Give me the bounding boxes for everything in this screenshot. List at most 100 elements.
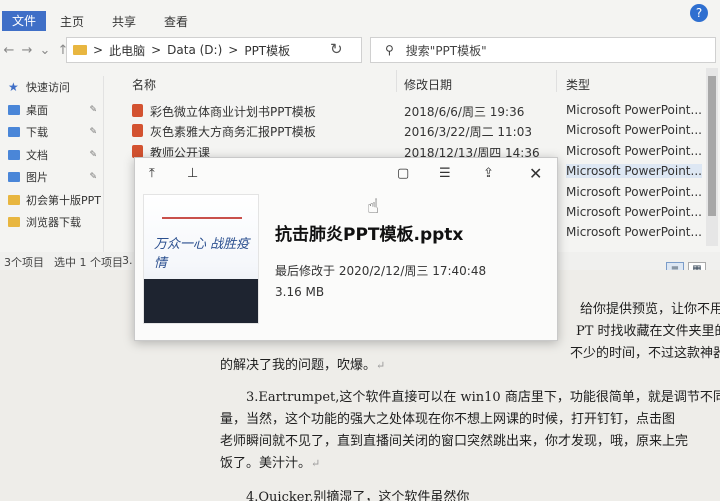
doc-line: 量，当然，这个功能的强大之处体现在你不想上网课的时候，打开钉钉，点击图 [220,412,676,427]
sidebar-item-label: 快速访问 [26,81,70,95]
pin-icon: ✎ [89,127,97,138]
image-icon [8,172,20,183]
folder-icon [8,194,20,205]
close-icon[interactable]: ✕ [529,164,542,183]
doc-line-text: 饭了。美汁汁。 [220,456,312,471]
column-header-name[interactable]: 名称 [132,76,156,93]
preview-modified: 最后修改于 2020/2/12/周三 17:40:48 [275,264,487,278]
star-icon: ★ [8,80,19,95]
download-icon [8,127,20,138]
column-header-type[interactable]: 类型 [566,76,590,93]
file-name: 彩色微立体商业计划书PPT模板 [150,105,316,119]
file-type: Microsoft PowerPoint... [566,103,702,117]
file-type: Microsoft PowerPoint... [566,143,702,158]
sidebar-item-browser-downloads[interactable]: 浏览器下载 [0,211,103,234]
file-date: 2016/3/22/周二 11:03 [404,125,532,140]
search-box[interactable]: ⚲ 搜索"PPT模板" [370,37,716,63]
item-count: 3个项目 [4,256,44,269]
sidebar-item-label: 文档 [26,148,48,162]
vertical-scrollbar[interactable] [706,68,718,246]
selection-size: 3. [122,254,133,267]
doc-line: 的解决了我的问题，吹爆。↵ [220,354,385,373]
file-type: Microsoft PowerPoint... [566,204,702,219]
column-divider[interactable] [396,70,397,92]
share-icon[interactable]: ⇪ [483,166,494,181]
doc-line: 老师瞬间就不见了，直到直播间关闭的窗口突然跳出来，你才发现，哦，原来上完 [220,434,689,449]
sidebar-item-label: 图片 [26,171,48,185]
scrollbar-thumb[interactable] [708,76,716,216]
column-divider[interactable] [556,70,557,92]
refresh-icon[interactable]: ↻ [330,40,343,58]
powerpoint-file-icon [132,124,143,138]
sidebar-item-label: 下载 [26,126,48,140]
help-icon[interactable]: ? [690,4,708,22]
file-name: 灰色素雅大方商务汇报PPT模板 [150,125,316,140]
crowd-silhouette [144,279,258,323]
history-chevron-icon[interactable]: ⌄ [36,43,54,58]
list-icon[interactable]: ☰ [439,166,451,181]
preview-filename: 抗击肺炎PPT模板.pptx [275,225,464,245]
folder-icon [8,217,20,228]
breadcrumb-ppt-folder[interactable]: PPT模板 [244,42,290,59]
file-preview-popup: ⤒ ⊥ ▢ ☰ ⇪ ✕ 万众一心 战胜疫情 抗击肺炎PPT模板.pptx 最后修… [134,157,558,341]
paragraph-mark: ↵ [311,457,321,470]
desktop-icon [8,104,20,115]
sidebar-item-label: 初会第十版PPT [26,193,101,207]
address-toolbar: ← → ⌄ ↑ > 此电脑 > Data (D:) > PPT模板 ↻ ⚲ 搜索… [0,34,720,66]
powerpoint-file-icon [132,104,143,117]
breadcrumb-drive-d[interactable]: Data (D:) [167,43,222,57]
ribbon-tabs: 文件 主页 共享 查看 ? [0,4,720,34]
column-header-date[interactable]: 修改日期 [404,76,452,93]
preview-size: 3.16 MB [275,285,325,299]
breadcrumb-this-pc[interactable]: 此电脑 [109,42,145,59]
thumbnail-rule [162,217,242,219]
tab-file[interactable]: 文件 [2,11,47,31]
file-type: Microsoft PowerPoint... [566,184,702,199]
doc-line: PT 时找收藏在文件夹里的 [576,324,720,339]
search-icon: ⚲ [385,43,394,57]
pin-icon[interactable]: ⊥ [187,166,198,181]
folder-icon [73,45,87,55]
sidebar-item-pictures[interactable]: 图片 ✎ [0,166,103,189]
slide-thumbnail: 万众一心 战胜疫情 [143,194,259,324]
sidebar-item-documents[interactable]: 文档 ✎ [0,144,103,167]
sidebar-item-downloads[interactable]: 下载 ✎ [0,121,103,144]
doc-line: 不少的时间，不过这款神器 [570,346,720,361]
file-row[interactable]: 彩色微立体商业计划书PPT模板 2018/6/6/周三 19:36 Micros… [104,100,708,120]
tab-share[interactable]: 共享 [98,13,150,30]
doc-line-text: 的解决了我的问题，吹爆。 [220,358,377,373]
sidebar-item-label: 浏览器下载 [26,216,81,230]
doc-line: 饭了。美汁汁。↵ [220,452,320,471]
open-file-icon[interactable]: ▢ [397,166,409,181]
file-type: Microsoft PowerPoint... [566,164,702,179]
navigation-pane: ★ 快速访问 桌面 ✎ 下载 ✎ 文档 ✎ 图片 ✎ 初会第十版PPT 浏览器下… [0,76,104,254]
thumbnail-slogan: 万众一心 战胜疫情 [154,237,250,271]
sidebar-item-quick-access[interactable]: ★ 快速访问 [0,76,103,99]
pin-icon: ✎ [89,149,97,160]
powerpoint-file-icon [132,144,143,158]
back-arrow-icon[interactable]: ← [0,43,18,58]
document-icon [8,149,20,160]
doc-line: 4.Quicker,别摘湿了，这个软件虽然你 [246,490,470,501]
paragraph-mark: ↵ [376,359,386,372]
file-type: Microsoft PowerPoint... [566,225,702,240]
selection-count: 选中 1 个项目 [54,256,123,269]
address-bar[interactable]: > 此电脑 > Data (D:) > PPT模板 [66,37,362,63]
tab-view[interactable]: 查看 [150,13,202,30]
pin-icon: ✎ [89,172,97,183]
tab-home[interactable]: 主页 [46,13,98,30]
hand-cursor-icon: ☝ [367,194,380,218]
doc-line: 3.Eartrumpet,这个软件直接可以在 win10 商店里下，功能很简单，… [246,390,720,405]
sidebar-item-ppt-folder[interactable]: 初会第十版PPT [0,189,103,212]
breadcrumb-separator: > [151,43,162,57]
forward-arrow-icon[interactable]: → [18,43,36,58]
breadcrumb-separator: > [228,43,239,57]
doc-line: 给你提供预览，让你不用一 [580,302,720,317]
file-date: 2018/6/6/周三 19:36 [404,105,525,119]
sidebar-item-desktop[interactable]: 桌面 ✎ [0,99,103,122]
sidebar-item-label: 桌面 [26,103,48,117]
expand-icon[interactable]: ⤒ [149,166,155,181]
file-row[interactable]: 灰色素雅大方商务汇报PPT模板 2016/3/22/周二 11:03 Micro… [104,120,708,140]
pin-icon: ✎ [89,104,97,115]
column-headers: 名称 修改日期 类型 [104,66,720,94]
